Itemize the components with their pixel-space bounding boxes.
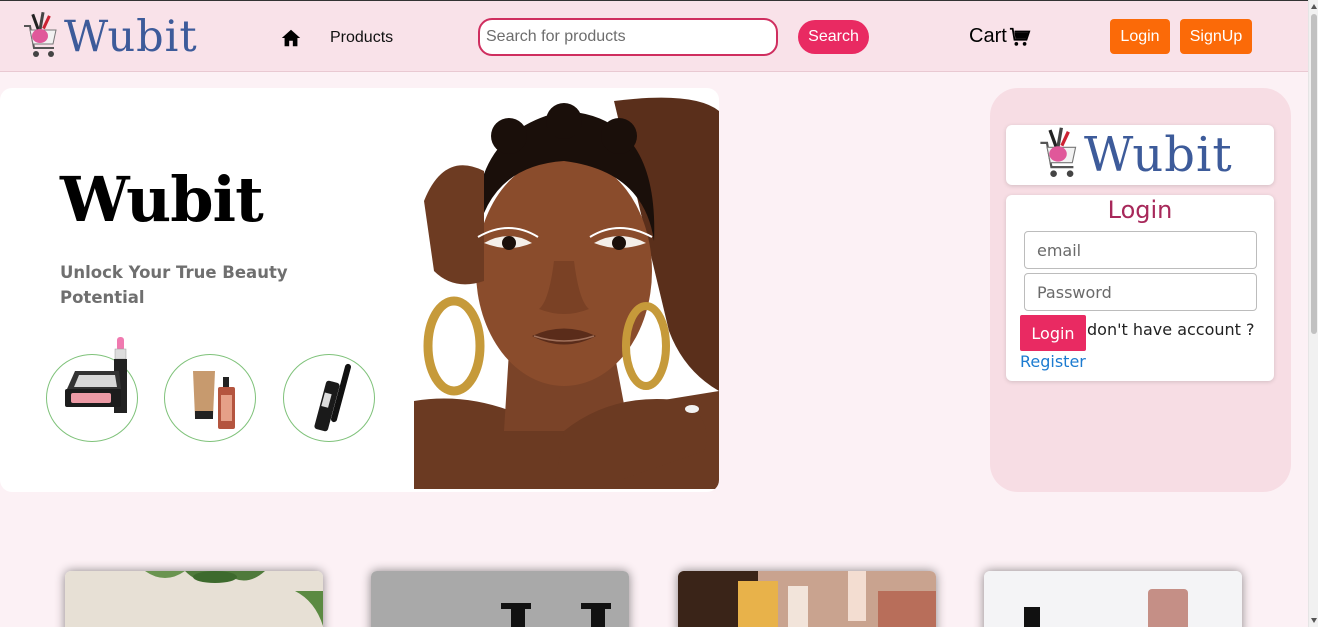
product-card[interactable] — [984, 571, 1242, 627]
search-button[interactable]: Search — [798, 20, 869, 54]
login-heading: Login — [1107, 196, 1173, 224]
header-signup-button[interactable]: SignUp — [1180, 19, 1252, 54]
panel-logo-card: Wubit — [1006, 125, 1274, 185]
panel-logo-wordmark: Wubit — [1084, 127, 1233, 183]
shopping-cart-logo-icon — [1040, 127, 1077, 177]
cart-link[interactable]: Cart — [969, 25, 1031, 48]
site-logo[interactable]: Wubit — [20, 11, 198, 63]
nav-products-link[interactable]: Products — [330, 29, 393, 47]
register-link[interactable]: Register — [1020, 352, 1086, 371]
scrollbar-thumb[interactable] — [1311, 14, 1317, 334]
password-field[interactable] — [1024, 273, 1257, 311]
login-side-panel: Wubit Login Login don't have account ? R… — [990, 88, 1291, 492]
skincare-product-image — [984, 571, 1242, 627]
makeup-set-product-image — [678, 571, 936, 627]
mascara-icon — [314, 363, 351, 432]
leaves-product-image — [65, 571, 323, 627]
product-card[interactable] — [371, 571, 629, 627]
mascara-circle — [283, 354, 375, 442]
model-portrait-image — [414, 91, 719, 489]
hero-subtitle: Unlock Your True Beauty Potential — [60, 263, 288, 307]
home-icon[interactable] — [280, 27, 302, 49]
compact-lipstick-circle — [46, 337, 138, 442]
shopping-cart-logo-icon — [24, 12, 57, 57]
email-field[interactable] — [1024, 231, 1257, 269]
login-form-card: Login Login don't have account ? Registe… — [1006, 195, 1274, 381]
vertical-scrollbar[interactable] — [1308, 0, 1318, 627]
top-navbar: Wubit Products Search Cart Login SignUp — [0, 0, 1308, 72]
compact-lipstick-icon — [65, 337, 127, 413]
hero-banner: Wubit Unlock Your True Beauty Potential — [0, 88, 719, 492]
skincare-bottles-icon — [193, 371, 235, 429]
cart-label: Cart — [969, 25, 1007, 47]
shopping-cart-icon — [1009, 27, 1031, 46]
login-submit-button[interactable]: Login — [1020, 315, 1086, 351]
product-card[interactable] — [65, 571, 323, 627]
skincare-bottles-circle — [164, 354, 256, 442]
logo-wordmark: Wubit — [64, 11, 198, 62]
scroll-down-arrow-icon[interactable] — [1311, 618, 1317, 623]
product-card[interactable] — [678, 571, 936, 627]
scroll-up-arrow-icon[interactable] — [1311, 4, 1317, 9]
hero-title: Wubit — [60, 163, 264, 236]
header-login-button[interactable]: Login — [1110, 19, 1170, 54]
pump-bottles-product-image — [371, 571, 629, 627]
no-account-text: don't have account ? — [1087, 320, 1255, 339]
search-input[interactable] — [478, 18, 778, 56]
